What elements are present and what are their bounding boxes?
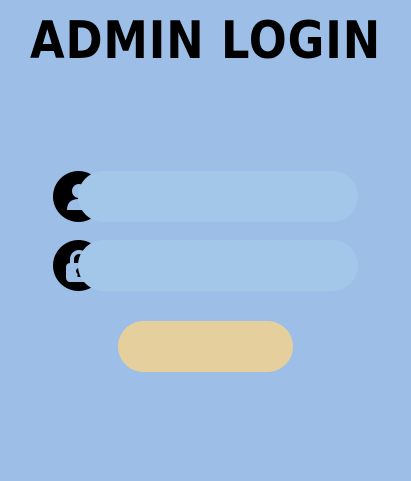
login-button[interactable] xyxy=(118,321,293,372)
username-input[interactable] xyxy=(78,171,358,222)
password-input[interactable] xyxy=(78,240,358,291)
page-title: ADMIN LOGIN xyxy=(29,11,382,71)
